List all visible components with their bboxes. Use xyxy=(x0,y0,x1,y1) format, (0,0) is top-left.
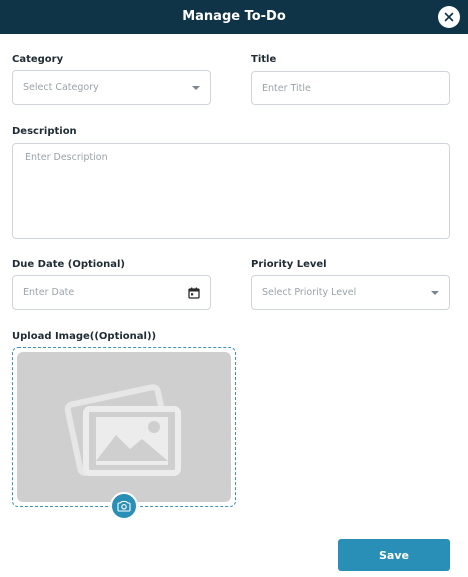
modal-header: Manage To-Do xyxy=(0,0,468,34)
chevron-down-icon xyxy=(192,85,200,90)
image-placeholder-icon xyxy=(64,384,181,476)
image-preview xyxy=(17,352,231,502)
upload-camera-button[interactable] xyxy=(110,492,138,520)
category-label: Category xyxy=(12,54,64,65)
save-button[interactable]: Save xyxy=(338,539,450,571)
priority-label: Priority Level xyxy=(251,259,327,270)
description-label: Description xyxy=(12,126,77,137)
title-input[interactable] xyxy=(252,72,449,104)
due-date-field xyxy=(12,275,211,310)
upload-image-label: Upload Image((Optional)) xyxy=(12,331,157,342)
title-field xyxy=(251,71,450,105)
manage-todo-modal: Manage To-Do Category Select Category Ti… xyxy=(0,0,468,577)
chevron-down-icon xyxy=(431,290,439,295)
category-select-value: Select Category xyxy=(23,82,99,93)
priority-select[interactable]: Select Priority Level xyxy=(251,275,450,310)
due-date-label: Due Date (Optional) xyxy=(12,259,125,270)
close-icon xyxy=(444,12,454,22)
modal-title: Manage To-Do xyxy=(182,9,286,24)
title-label: Title xyxy=(251,54,277,65)
category-select[interactable]: Select Category xyxy=(12,70,211,105)
priority-select-value: Select Priority Level xyxy=(262,287,357,298)
camera-icon xyxy=(117,500,131,512)
description-field xyxy=(12,143,450,239)
description-input[interactable] xyxy=(13,144,449,238)
calendar-icon[interactable] xyxy=(188,287,200,299)
close-button[interactable] xyxy=(438,6,460,28)
due-date-input[interactable] xyxy=(13,276,210,309)
upload-image-dropzone[interactable] xyxy=(12,347,236,507)
